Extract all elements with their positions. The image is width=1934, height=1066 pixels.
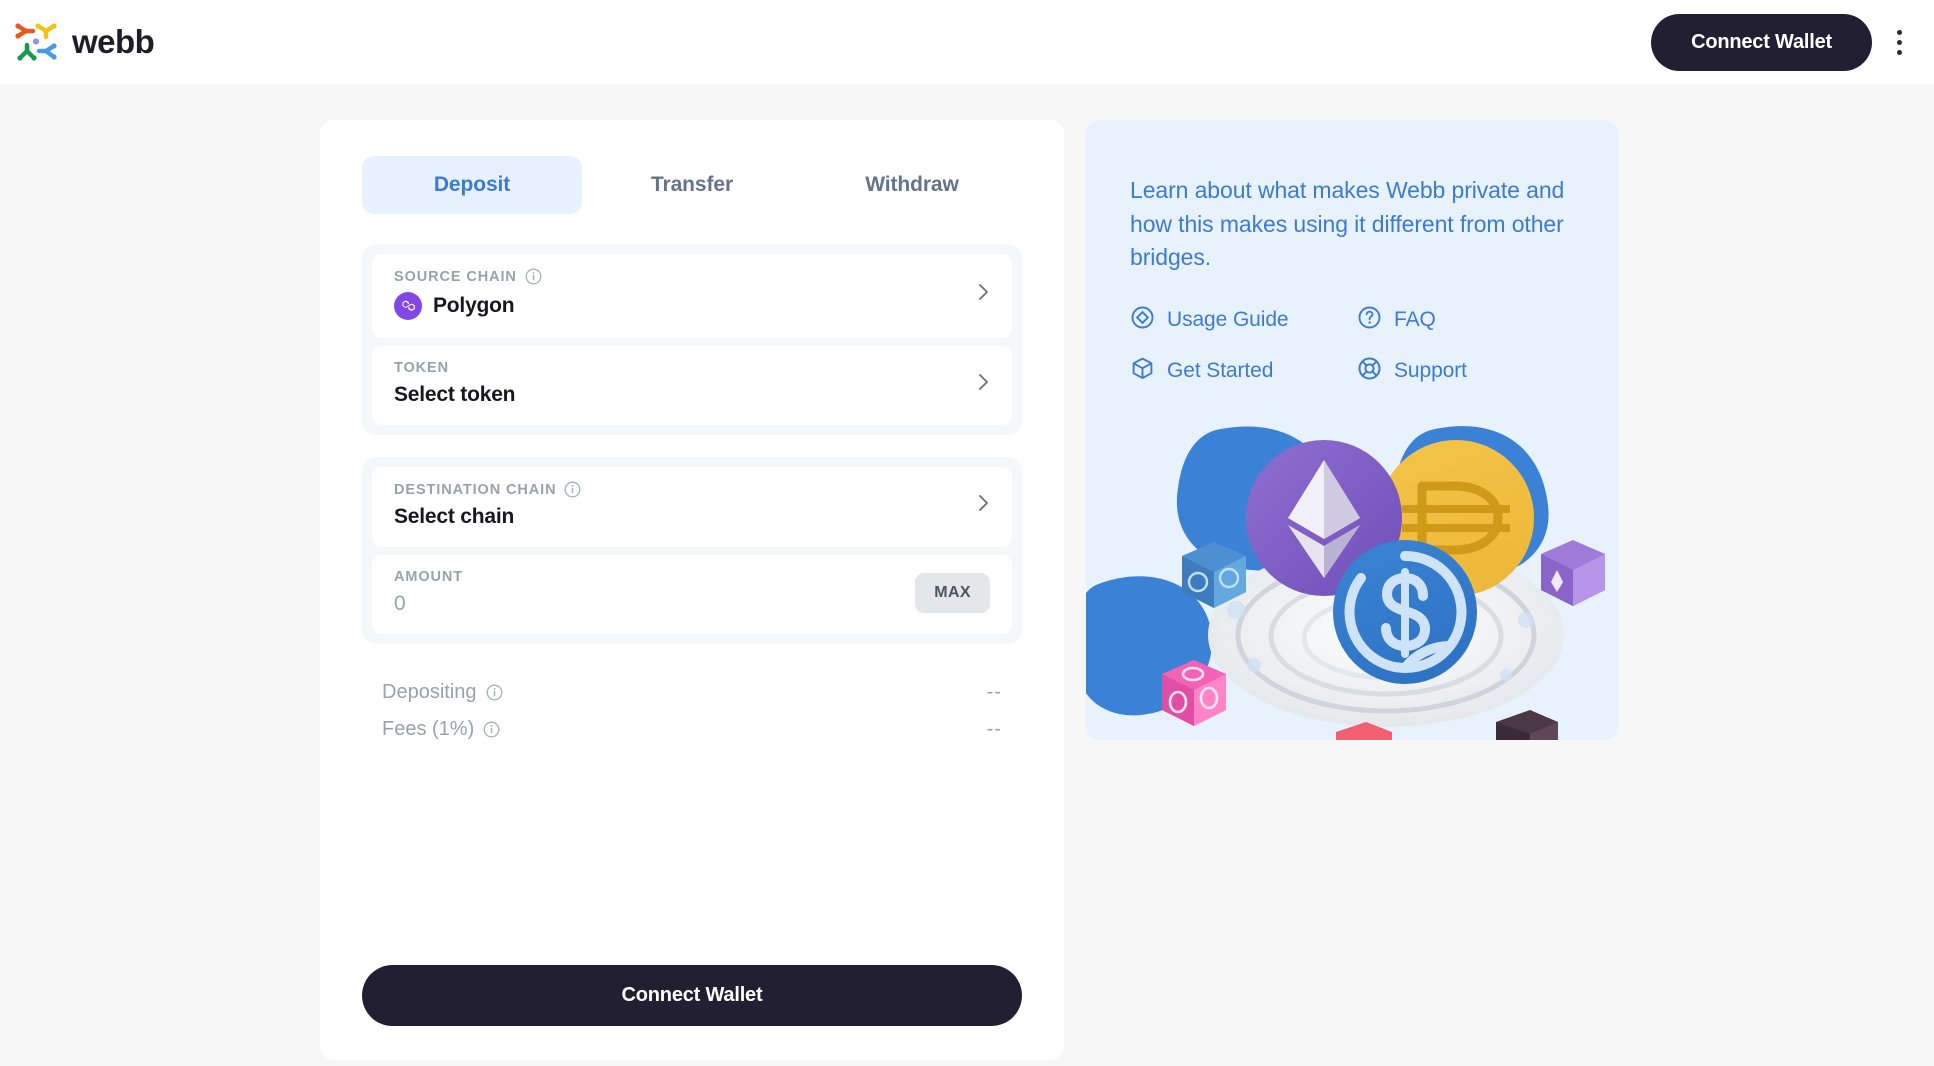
source-chain-label-wrap: SOURCE CHAIN [394,268,968,285]
source-chain-label: SOURCE CHAIN [394,268,517,285]
source-panel-group: SOURCE CHAIN Polygon TOKEN Select token [362,244,1022,435]
brand-name: webb [72,23,155,60]
link-get-started[interactable]: Get Started [1130,356,1347,387]
depositing-value: -- [986,681,1002,703]
fees-value: -- [986,718,1002,740]
amount-row[interactable]: AMOUNT 0 MAX [372,555,1012,634]
destination-chain-value: Select chain [394,505,515,528]
bridge-tabs: Deposit Transfer Withdraw [362,156,1022,214]
link-usage-guide[interactable]: Usage Guide [1130,305,1347,336]
amount-label: AMOUNT [394,569,464,585]
destination-chain-label-wrap: DESTINATION CHAIN [394,481,968,498]
tab-deposit[interactable]: Deposit [362,156,582,214]
info-circle-icon[interactable] [564,481,581,498]
destination-chain-label: DESTINATION CHAIN [394,481,557,498]
info-circle-icon[interactable] [483,721,500,738]
transaction-summary: Depositing -- Fees (1%) -- [362,666,1022,748]
token-selector[interactable]: TOKEN Select token [372,346,1012,425]
tab-withdraw[interactable]: Withdraw [802,156,1022,214]
bridge-card: Deposit Transfer Withdraw SOURCE CHAIN P… [320,120,1064,1060]
question-circle-icon [1357,305,1382,336]
kebab-menu-icon[interactable] [1886,25,1912,59]
chevron-right-icon [968,282,990,306]
app-header: webb Connect Wallet [0,0,1934,84]
amount-input[interactable]: 0 [394,592,915,616]
diamond-in-circle-icon [1130,305,1155,336]
source-chain-value-wrap: Polygon [394,292,968,320]
tab-transfer[interactable]: Transfer [582,156,802,214]
link-label: Usage Guide [1167,308,1289,332]
link-label: FAQ [1394,308,1436,332]
link-label: Get Started [1167,359,1274,383]
chevron-right-icon [968,493,990,517]
webb-logo-icon [14,20,58,64]
brand[interactable]: webb [14,20,155,64]
crypto-bridge-vortex-illustration [1086,426,1605,740]
source-chain-value: Polygon [433,294,515,317]
info-circle-icon[interactable] [525,268,542,285]
cube-icon [1130,356,1155,387]
link-faq[interactable]: FAQ [1357,305,1574,336]
learn-panel: Learn about what makes Webb private and … [1086,120,1618,740]
link-support[interactable]: Support [1357,356,1574,387]
learn-links: Usage Guide FAQ Get Started Support [1130,305,1574,387]
token-label-wrap: TOKEN [394,360,968,376]
connect-wallet-button-header[interactable]: Connect Wallet [1651,13,1872,71]
card-cta-wrap: Connect Wallet [362,965,1022,1026]
max-button[interactable]: MAX [915,572,990,613]
depositing-label: Depositing [382,681,477,703]
destination-chain-selector[interactable]: DESTINATION CHAIN Select chain [372,467,1012,547]
token-label: TOKEN [394,360,449,376]
chevron-right-icon [968,372,990,396]
learn-description: Learn about what makes Webb private and … [1130,177,1565,271]
life-buoy-icon [1357,356,1382,387]
fees-label: Fees (1%) [382,718,475,740]
connect-wallet-button-main[interactable]: Connect Wallet [362,965,1022,1026]
link-label: Support [1394,359,1467,383]
summary-row-fees: Fees (1%) -- [382,711,1002,748]
summary-row-depositing: Depositing -- [382,674,1002,711]
source-chain-selector[interactable]: SOURCE CHAIN Polygon [372,254,1012,338]
info-circle-icon[interactable] [486,684,503,701]
token-value: Select token [394,383,516,406]
destination-panel-group: DESTINATION CHAIN Select chain AMOUNT 0 … [362,457,1022,644]
polygon-icon [394,292,422,320]
header-actions: Connect Wallet [1651,13,1912,71]
page-body: Deposit Transfer Withdraw SOURCE CHAIN P… [0,84,1934,1060]
